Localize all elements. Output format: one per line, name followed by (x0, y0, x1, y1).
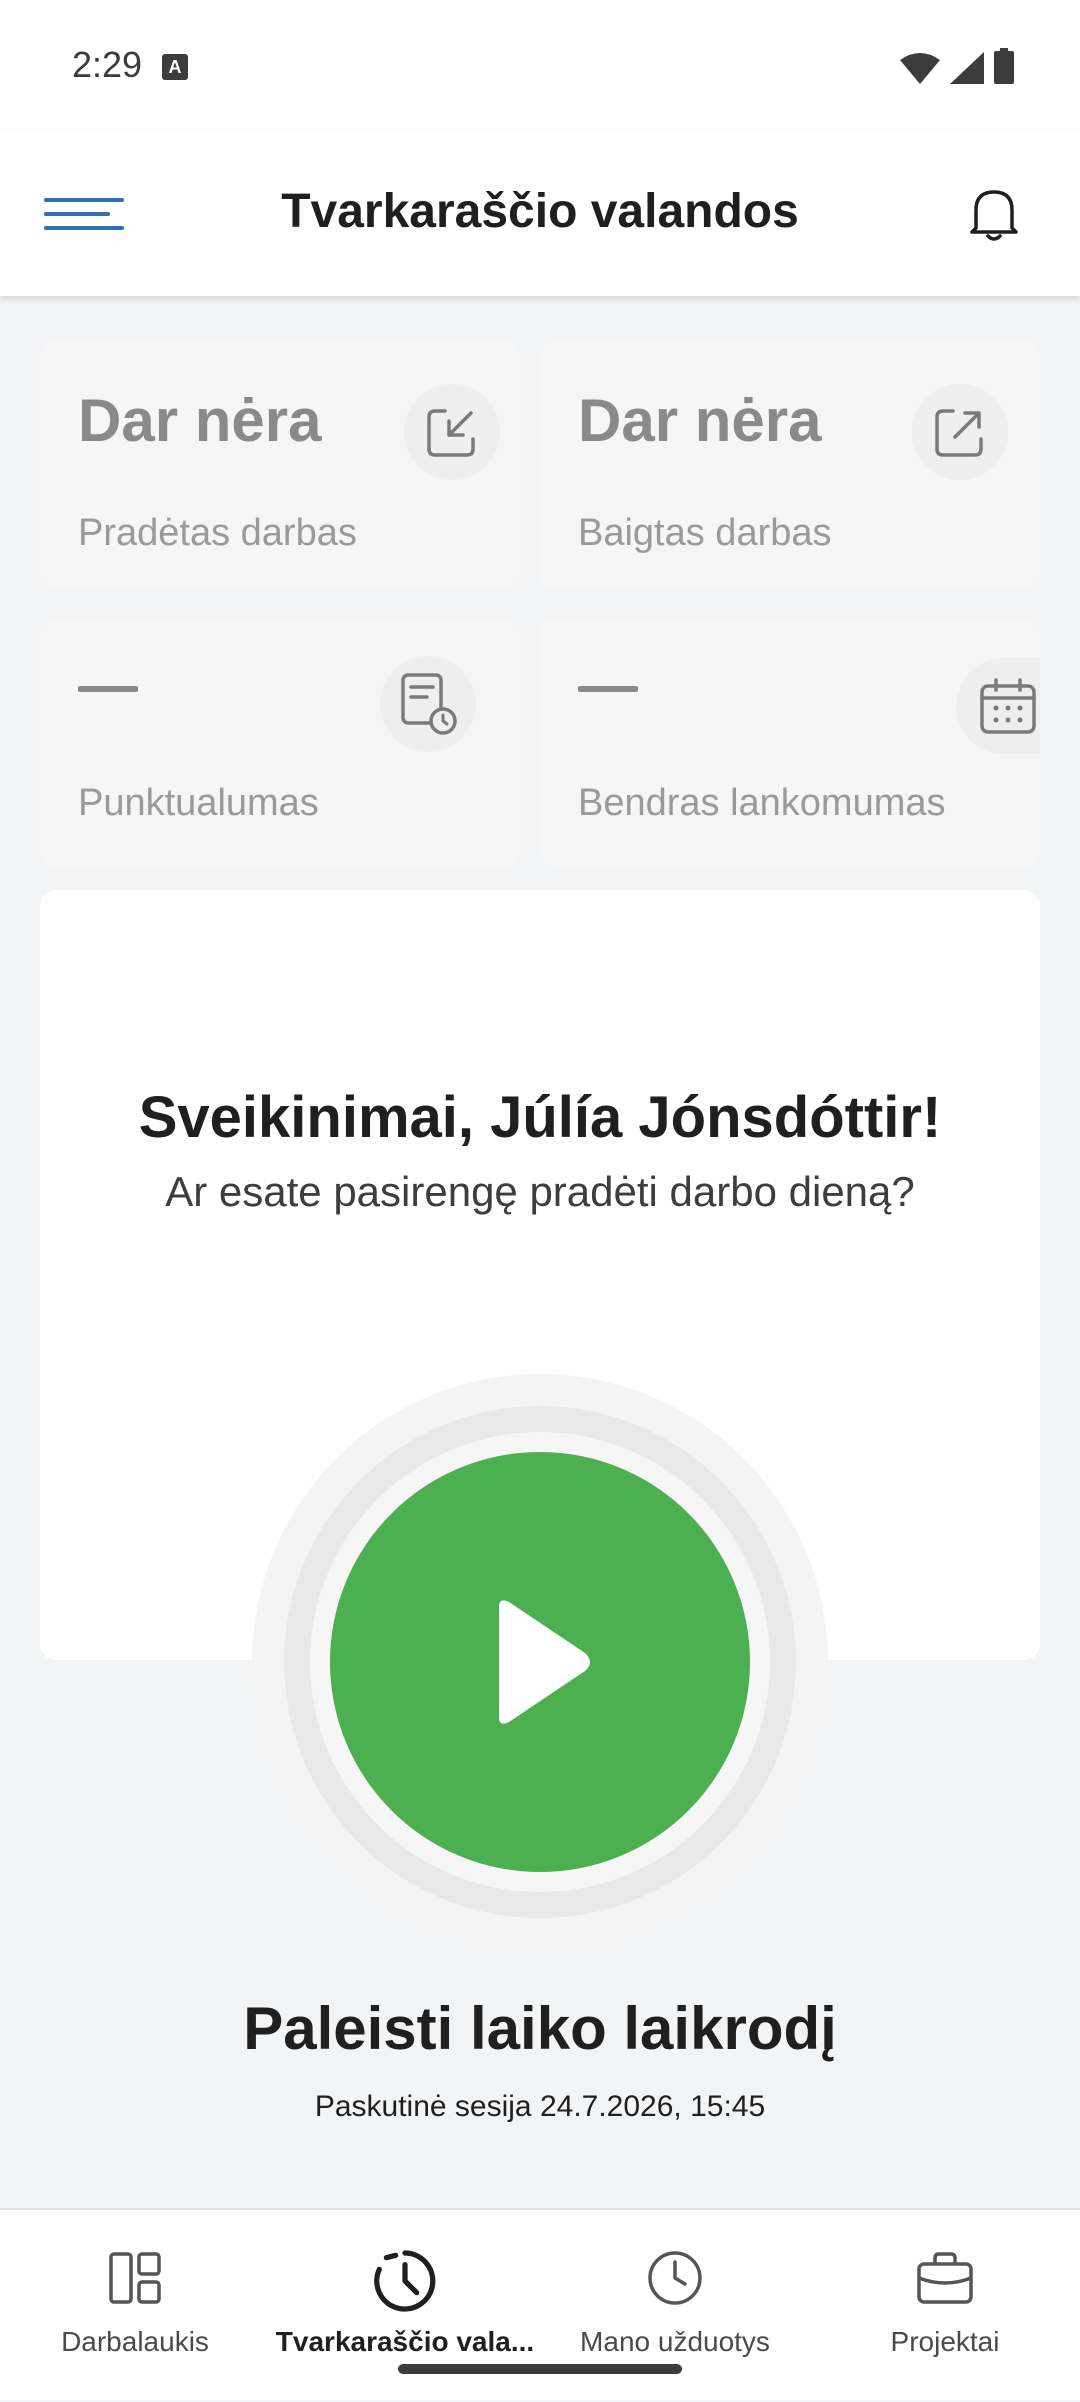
stat-label: Baigtas darbas (578, 512, 832, 554)
tasks-clock-icon (648, 2251, 702, 2305)
last-session-text: Paskutinė sesija 24.7.2026, 15:45 (314, 2090, 766, 2123)
nav-label: Tvarkaraščio vala... (275, 2326, 535, 2357)
nav-label: Projektai (890, 2326, 1000, 2357)
signal-icon (950, 52, 984, 84)
play-icon (499, 1600, 590, 1724)
start-clock-button[interactable] (330, 1452, 750, 1872)
stat-label: Pradėtas darbas (78, 512, 357, 554)
bell-icon[interactable] (962, 182, 1026, 246)
battery-icon (994, 48, 1014, 84)
stat-value: Dar nėra (578, 387, 822, 454)
clock-in-icon[interactable] (404, 384, 500, 480)
stat-card-punctuality: — Punktualumas (40, 618, 520, 868)
clock-out-icon[interactable] (912, 384, 1008, 480)
calendar-icon[interactable] (956, 658, 1040, 754)
punctuality-icon[interactable] (380, 656, 476, 752)
welcome-title: Sveikinimai, Júlía Jónsdóttir! (138, 1085, 942, 1150)
wifi-icon (900, 53, 940, 84)
stat-value: Dar nėra (78, 387, 322, 454)
status-time: 2:29 (72, 44, 143, 85)
home-indicator (398, 2364, 682, 2374)
dashboard-icon (109, 2252, 161, 2304)
stat-label: Punktualumas (78, 782, 319, 824)
nav-label: Mano užduotys (580, 2326, 770, 2357)
status-bar: 2:29 A (0, 0, 1080, 130)
keyboard-notification-icon: A (162, 54, 188, 80)
stat-value (578, 686, 638, 692)
start-clock-label: Paleisti laiko laikrodį (243, 1995, 837, 2062)
nav-item-dashboard[interactable]: Darbalaukis (0, 2210, 270, 2402)
page-title: Tvarkaraščio valandos (281, 185, 799, 238)
nav-item-projects[interactable]: Projektai (810, 2210, 1080, 2402)
stat-label: Bendras lankomumas (578, 782, 946, 824)
stat-value (78, 686, 138, 692)
timesheet-icon (374, 2250, 436, 2312)
app-bar: Tvarkaraščio valandos (0, 130, 1080, 296)
welcome-subtitle: Ar esate pasirengę pradėti darbo dieną? (165, 1168, 915, 1215)
status-icons (900, 48, 1014, 84)
stat-card-attendance: — Bendras lankomumas (540, 618, 1040, 868)
stat-card-started: Dar nėra Pradėtas darbas (40, 340, 520, 590)
nav-label: Darbalaukis (61, 2326, 209, 2357)
stat-card-finished: Dar nėra Baigtas darbas (540, 340, 1040, 590)
briefcase-icon (917, 2252, 973, 2304)
